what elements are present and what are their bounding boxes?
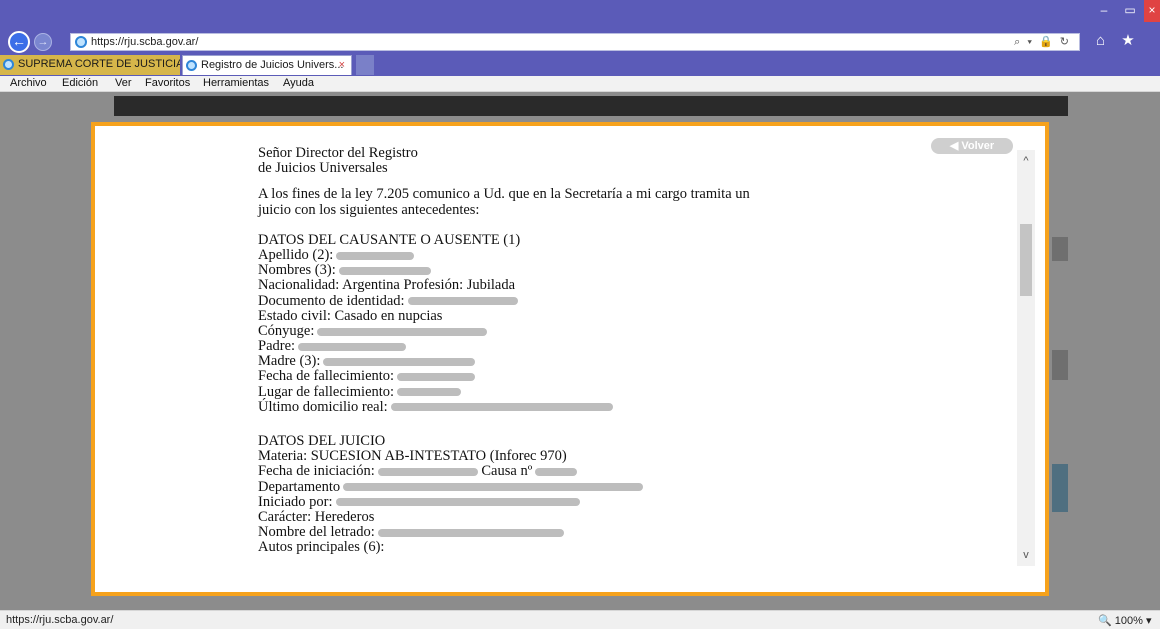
field-label: Lugar de fallecimiento:: [258, 383, 395, 400]
section-heading: DATOS DEL CAUSANTE O AUSENTE (1): [258, 231, 521, 248]
field-domicilio: Último domicilio real:: [258, 398, 908, 415]
tab-label: SUPREMA CORTE DE JUSTICIA ...: [18, 58, 180, 70]
redacted-value: [343, 483, 644, 492]
zoom-level: 100%: [1114, 615, 1143, 627]
field-label: Fecha de fallecimiento:: [258, 368, 395, 385]
field-madre: Madre (3):: [258, 354, 908, 369]
scroll-down-icon[interactable]: v: [1017, 546, 1035, 564]
field-label: Apellido (2):: [258, 246, 334, 263]
home-favorites-icons[interactable]: ⌂ ★: [1096, 31, 1141, 49]
field-nacionalidad: Nacionalidad: Argentina Profesión: Jubil…: [258, 277, 516, 294]
menu-herramientas[interactable]: Herramientas: [203, 77, 269, 89]
field-nombres: Nombres (3):: [258, 263, 908, 278]
zoom-control[interactable]: 🔍 100% ▾: [1098, 614, 1151, 627]
scroll-up-icon[interactable]: ^: [1017, 152, 1035, 170]
maximize-button[interactable]: ▭: [1118, 0, 1142, 22]
redacted-value: [323, 357, 476, 366]
tab-suprema-corte[interactable]: SUPREMA CORTE DE JUSTICIA ...: [0, 55, 180, 75]
field-departamento: Departamento: [258, 478, 908, 495]
minimize-button[interactable]: –: [1092, 0, 1116, 22]
redacted-value: [397, 373, 476, 382]
browser-window: – ▭ × ← → https://rju.scba.gov.ar/ ⌕ ▾ 🔒…: [0, 0, 1160, 629]
tab-bar: SUPREMA CORTE DE JUSTICIA ... Registro d…: [0, 54, 1160, 76]
field-label: Iniciado por:: [258, 493, 333, 510]
redacted-value: [390, 403, 613, 412]
field-apellido: Apellido (2):: [258, 246, 908, 263]
ie-tab-icon: [3, 59, 14, 70]
field-label: Departamento: [258, 478, 341, 495]
section-heading: DATOS DEL JUICIO: [258, 433, 386, 449]
address-url[interactable]: https://rju.scba.gov.ar/: [91, 36, 198, 48]
menu-bar: Archivo Edición Ver Favoritos Herramient…: [0, 76, 1160, 92]
status-bar: https://rju.scba.gov.ar/ 🔍 100% ▾: [0, 610, 1160, 629]
redacted-value: [336, 251, 415, 260]
redacted-value: [317, 327, 488, 336]
redacted-value: [377, 468, 478, 477]
close-tab-icon[interactable]: ×: [339, 56, 345, 75]
background-block: [1052, 350, 1068, 380]
field-materia: Materia: SUCESION AB-INTESTATO (Inforec …: [258, 448, 567, 465]
field-padre: Padre:: [258, 338, 908, 355]
title-bar: – ▭ ×: [0, 0, 1160, 28]
menu-archivo[interactable]: Archivo: [10, 77, 47, 89]
field-label: Documento de identidad:: [258, 292, 405, 309]
field-autos: Autos principales (6):: [258, 539, 385, 556]
field-label: Nombres (3):: [258, 262, 336, 279]
redacted-value: [335, 498, 580, 507]
redacted-value: [397, 388, 462, 397]
address-bar[interactable]: https://rju.scba.gov.ar/ ⌕ ▾ 🔒 ↻: [70, 33, 1080, 51]
menu-ayuda[interactable]: Ayuda: [283, 77, 314, 89]
page-header-strip: [114, 96, 1068, 116]
redacted-value: [535, 468, 578, 477]
field-letrado: Nombre del letrado:: [258, 525, 908, 540]
ie-tab-icon: [186, 60, 197, 71]
menu-edicion[interactable]: Edición: [62, 77, 98, 89]
document-modal: ◀ Volver Señor Director del Registro de …: [91, 122, 1049, 596]
field-conyuge: Cónyuge:: [258, 322, 908, 339]
field-fecha-fallecimiento: Fecha de fallecimiento:: [258, 369, 908, 384]
field-label: Padre:: [258, 338, 296, 355]
tab-registro-juicios[interactable]: Registro de Juicios Univers... ×: [182, 55, 352, 75]
back-button[interactable]: ←: [8, 31, 30, 53]
status-url: https://rju.scba.gov.ar/: [6, 614, 114, 626]
tab-label: Registro de Juicios Univers...: [201, 59, 344, 71]
field-fecha-iniciacion: Fecha de iniciación: Causa nº: [258, 464, 908, 479]
redacted-value: [338, 266, 431, 275]
menu-favoritos[interactable]: Favoritos: [145, 77, 190, 89]
greeting-line: Señor Director del Registro: [258, 145, 418, 161]
intro-line: juicio con los siguientes antecedentes:: [258, 201, 480, 218]
redacted-value: [407, 297, 518, 306]
navigation-bar: ← → https://rju.scba.gov.ar/ ⌕ ▾ 🔒 ↻ ⌂ ★: [0, 28, 1160, 54]
page-content: ◀ Volver Señor Director del Registro de …: [0, 92, 1160, 610]
ie-page-icon: [75, 36, 87, 48]
field-iniciado-por: Iniciado por:: [258, 493, 908, 510]
redacted-value: [298, 342, 407, 351]
field-label: Último domicilio real:: [258, 398, 388, 415]
intro-line: A los fines de la ley 7.205 comunico a U…: [258, 186, 750, 203]
menu-ver[interactable]: Ver: [115, 77, 132, 89]
zoom-icon: 🔍: [1098, 615, 1112, 627]
background-block: [1052, 237, 1068, 261]
field-lugar-fallecimiento: Lugar de fallecimiento:: [258, 383, 908, 400]
causa-label: Causa nº: [481, 463, 533, 480]
redacted-value: [377, 528, 564, 537]
field-label: Cónyuge:: [258, 322, 315, 339]
scroll-thumb[interactable]: [1020, 224, 1032, 296]
greeting-line: de Juicios Universales: [258, 160, 388, 177]
field-label: Nombre del letrado:: [258, 524, 375, 541]
field-caracter: Carácter: Herederos: [258, 508, 375, 525]
modal-scrollbar[interactable]: ^ v: [1017, 150, 1035, 566]
close-window-button[interactable]: ×: [1144, 0, 1160, 22]
field-estado-civil: Estado civil: Casado en nupcias: [258, 307, 443, 324]
volver-button[interactable]: ◀ Volver: [931, 138, 1013, 154]
field-label: Madre (3):: [258, 353, 321, 370]
background-block: [1052, 464, 1068, 512]
document-text: Señor Director del Registro de Juicios U…: [258, 145, 908, 556]
forward-button[interactable]: →: [34, 33, 52, 51]
address-tools-icons[interactable]: ⌕ ▾ 🔒 ↻: [1014, 35, 1071, 49]
field-documento: Documento de identidad:: [258, 292, 908, 309]
field-label: Fecha de iniciación:: [258, 463, 375, 480]
new-tab-button[interactable]: [356, 55, 374, 75]
